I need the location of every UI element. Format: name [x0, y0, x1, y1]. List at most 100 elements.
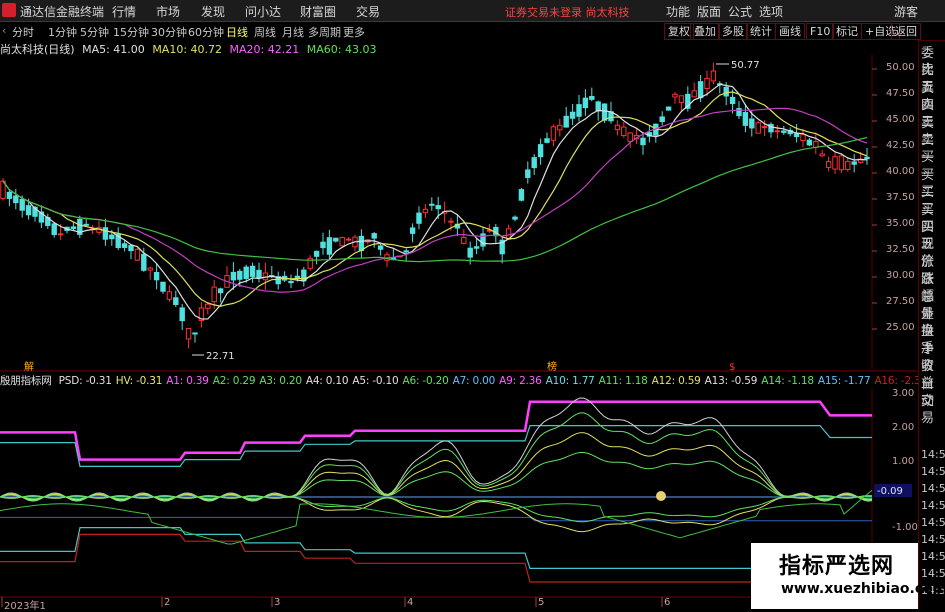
candle-body: [326, 237, 333, 255]
kline-chart[interactable]: 解 榜 $ 50.77 22.71 -0.09: [0, 0, 945, 609]
ma60-value: MA60: 43.03: [306, 43, 377, 56]
candle-body: [838, 155, 845, 171]
candle-body: [333, 237, 339, 242]
candle-body: [813, 141, 819, 148]
indicator-value: HV: -0.31: [115, 375, 163, 387]
side-panel-time: 14:56: [921, 550, 945, 563]
indicator-value: A3: 0.20: [259, 375, 302, 387]
candle-body: [742, 112, 749, 126]
indicator-name: 殷朋指标网: [0, 375, 52, 387]
candle-body: [845, 161, 851, 170]
candle-body: [141, 253, 147, 271]
price-axis-label: 35.00: [886, 218, 915, 229]
candle-body: [755, 122, 761, 134]
candle-body: [243, 266, 249, 279]
date-axis-label: 2023年1: [4, 601, 46, 612]
main-legend: 尚太科技(日线) MA5: 41.00 MA10: 40.72 MA20: 42…: [0, 41, 380, 56]
price-axis-label: 30.00: [886, 270, 915, 281]
stock-name: 尚太科技(日线): [0, 43, 75, 56]
candle-body: [832, 156, 838, 170]
ma10-value: MA10: 40.72: [152, 43, 223, 56]
indicator-value: A10: 1.77: [545, 375, 595, 387]
indicator-axis-label: 2.00: [892, 422, 915, 433]
candle-body: [672, 93, 678, 98]
indicator-axis-label: 3.00: [892, 388, 915, 399]
watermark-badge: 指标严选网 www.xuezhibiao.com: [751, 543, 945, 609]
quote-side-panel: 委比 卖五 卖四 卖三 卖二 卖一 买一 买二 买三 买四 买五 现价 涨跌 涨幅 总量 外盘 换手 净资 收益 自动…: [918, 41, 945, 609]
candle-body: [537, 144, 544, 158]
candle-body: [429, 203, 435, 206]
side-panel-time: 14:56: [921, 567, 945, 580]
candle-body: [320, 241, 326, 249]
side-panel-time: 14:56: [921, 516, 945, 529]
candle-body: [377, 245, 384, 250]
side-panel-time: 14:56: [921, 482, 945, 495]
candle-body: [819, 153, 825, 157]
price-axis-label: 27.50: [886, 296, 915, 307]
indicator-axis-label: 1.00: [892, 456, 915, 467]
candle-body: [563, 115, 569, 128]
candle-body: [179, 307, 185, 322]
candle-body: [147, 267, 153, 271]
candle-body: [192, 332, 198, 335]
candle-body: [576, 104, 582, 117]
side-panel-time: 14:56: [921, 533, 945, 546]
indicator-value: A13: -0.59: [704, 375, 758, 387]
candle-body: [774, 130, 781, 133]
candle-body: [467, 247, 473, 258]
price-axis-label: 42.50: [886, 140, 915, 151]
candle-body: [704, 77, 710, 90]
candle-body: [512, 216, 518, 220]
candle-body: [461, 236, 467, 244]
candle-body: [57, 233, 64, 236]
candle-body: [550, 126, 557, 141]
date-axis-label: 6: [664, 597, 671, 608]
candle-body: [697, 81, 704, 99]
candle-body: [25, 205, 32, 216]
date-axis-label: 2: [164, 597, 171, 608]
price-axis-label: 50.00: [886, 62, 915, 73]
candle-body: [614, 124, 621, 131]
candle-body: [601, 103, 608, 121]
indicator-value: A12: 0.59: [651, 375, 701, 387]
dollar-tag: $: [729, 362, 735, 373]
candle-body: [166, 291, 173, 300]
candle-body: [416, 212, 422, 224]
side-panel-item[interactable]: 交易: [921, 393, 945, 427]
indicator-value: A1: 0.39: [166, 375, 209, 387]
candle-body: [518, 189, 525, 201]
candle-body: [825, 161, 832, 168]
candle-body: [749, 118, 755, 129]
price-axis-label: 40.00: [886, 166, 915, 177]
side-panel-time: 14:56: [921, 448, 945, 461]
candle-body: [128, 245, 134, 252]
candle-body: [288, 280, 294, 284]
candle-body: [851, 161, 857, 165]
candle-body: [217, 288, 224, 294]
candle-body: [595, 101, 601, 112]
price-axis-label: 47.50: [886, 88, 915, 99]
side-panel-time: 14:56: [921, 499, 945, 512]
candle-body: [691, 90, 697, 98]
candle-body: [569, 111, 576, 119]
candle-body: [525, 169, 531, 178]
candle-body: [51, 223, 57, 236]
candle-body: [134, 248, 141, 261]
side-panel-time: 14:56: [921, 465, 945, 478]
candle-body: [230, 271, 237, 281]
candle-body: [589, 95, 595, 100]
candle-body: [83, 223, 89, 226]
indicator-axis-label: -1.00: [892, 522, 918, 533]
indicator-legend: 殷朋指标网 PSD: -0.31 HV: -0.31 A1: 0.39 A2: 0.2…: [0, 373, 945, 387]
candle-body: [6, 191, 13, 199]
date-axis-label: 4: [407, 597, 414, 608]
candle-body: [70, 226, 77, 230]
rank-tag: 榜: [547, 360, 557, 373]
indicator-value: A15: -1.77: [817, 375, 871, 387]
candle-body: [806, 139, 813, 146]
candle-body: [256, 269, 262, 279]
high-price-label: 50.77: [731, 60, 760, 71]
indicator-value: A11: 1.18: [598, 375, 648, 387]
candle-body: [864, 156, 870, 160]
candle-body: [358, 235, 365, 252]
